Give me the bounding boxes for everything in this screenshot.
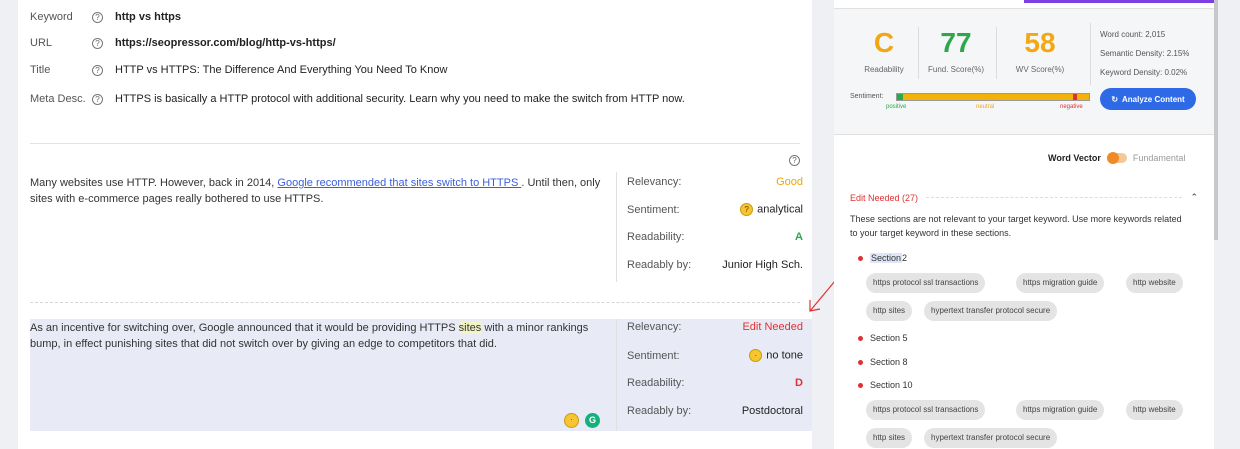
keyword-density: Keyword Density: 0.02% [1100, 68, 1188, 77]
keyword-label: Keyword [30, 11, 73, 23]
word-vector-label: Word Vector [1048, 153, 1101, 163]
highlighted-keyword: sites [458, 322, 482, 334]
edit-needed-header[interactable]: Edit Needed (27) ⌃ [850, 192, 1198, 203]
content-section[interactable]: Many websites use HTTP. However, back in… [30, 172, 812, 290]
keyword-chip[interactable]: http website [1126, 400, 1183, 420]
keyword-chip[interactable]: http sites [866, 301, 913, 321]
fund-score-value: 77 [940, 27, 972, 58]
readability-value: D [795, 377, 803, 389]
keyword-chip[interactable]: hypertext transfer protocol secure [924, 301, 1058, 321]
fund-score: 77 Fund. Score(%) [922, 27, 990, 74]
section-divider [30, 302, 800, 303]
word-count: Word count: 2,015 [1100, 30, 1166, 39]
relevancy-value: Good [776, 176, 803, 188]
section-metrics: Relevancy: Edit Needed Sentiment: · no tone… [616, 319, 812, 431]
readability-score: C Readability [856, 27, 912, 74]
help-icon[interactable]: ? [92, 64, 103, 76]
readability-grade: C [873, 27, 895, 58]
word-vector-toggle-row: Word Vector Fundamental [1048, 152, 1186, 164]
help-icon[interactable]: ? [92, 11, 103, 23]
help-icon[interactable]: ? [92, 37, 103, 49]
keyword-chip[interactable]: http website [1126, 273, 1183, 293]
help-icon[interactable]: ? [92, 93, 103, 105]
section-metrics: Relevancy: Good Sentiment:? analytical Rea… [616, 172, 812, 282]
sentiment-value: ? analytical [740, 203, 803, 216]
url-value: https://seopressor.com/blog/http-vs-http… [115, 37, 336, 49]
neutral-face-icon: · [749, 349, 763, 362]
chevron-up-icon[interactable]: ⌃ [1190, 192, 1198, 203]
word-vector-toggle[interactable] [1106, 152, 1127, 164]
sentiment-value: · no tone [749, 349, 803, 362]
keyword-chip[interactable]: hypertext transfer protocol secure [924, 428, 1058, 448]
fundamental-label: Fundamental [1132, 153, 1186, 163]
meta-desc-row: Meta Desc. ? HTTPS is basically a HTTP p… [30, 93, 685, 105]
negative-label: negative [1060, 104, 1083, 110]
score-card: C Readability 77 Fund. Score(%) 58 WV Sc… [834, 8, 1214, 135]
meta-desc-value: HTTPS is basically a HTTP protocol with … [115, 93, 685, 105]
divider [30, 143, 800, 144]
title-row: Title ? HTTP vs HTTPS: The Difference An… [30, 64, 447, 76]
thinking-emoji-icon: ? [740, 203, 754, 216]
seo-sidebar: C Readability 77 Fund. Score(%) 58 WV Sc… [834, 0, 1214, 449]
section-item[interactable]: Section 10 [858, 380, 913, 390]
meta-desc-label: Meta Desc. [30, 93, 86, 105]
wv-score-value: 58 [1024, 27, 1056, 58]
readability-value: A [795, 231, 803, 243]
edit-needed-description: These sections are not relevant to your … [850, 214, 1182, 238]
content-section-selected[interactable]: As an incentive for switching over, Goog… [30, 319, 812, 431]
keyword-chip[interactable]: https protocol ssl transactions [866, 400, 986, 420]
section-item[interactable]: Section 2 [858, 253, 907, 263]
semantic-density: Semantic Density: 2.15% [1100, 49, 1190, 58]
analyze-content-button[interactable]: ↻ Analyze Content [1100, 88, 1196, 110]
url-row: URL ? https://seopressor.com/blog/http-v… [30, 37, 336, 49]
relevancy-value: Edit Needed [742, 321, 803, 333]
readably-value: Postdoctoral [741, 405, 803, 417]
sidebar-scrollbar[interactable] [1214, 0, 1218, 240]
section-tools: · G [564, 413, 600, 428]
google-recommendation-link[interactable]: Google recommended that sites switch to … [277, 177, 521, 189]
help-icon[interactable]: ? [789, 155, 800, 166]
keyword-row: Keyword ? http vs https [30, 11, 181, 23]
active-tab-indicator [1024, 0, 1214, 3]
section-item[interactable]: Section 5 [858, 333, 908, 343]
section-item[interactable]: Section 8 [858, 357, 908, 367]
title-label: Title [30, 64, 51, 76]
refresh-icon: ↻ [1111, 94, 1119, 104]
title-value: HTTP vs HTTPS: The Difference And Everyt… [115, 64, 448, 76]
section-text: As an incentive for switching over, Goog… [30, 322, 589, 350]
keyword-chip[interactable]: https protocol ssl transactions [866, 273, 986, 293]
readably-value: Junior High Sch. [722, 259, 803, 271]
positive-label: positive [886, 104, 907, 110]
keyword-chip[interactable]: https migration guide [1016, 273, 1105, 293]
sentiment-bar [896, 93, 1090, 101]
content-panel: Keyword ? http vs https URL ? https://se… [18, 0, 812, 449]
section-text: Many websites use HTTP. However, back in… [30, 177, 601, 205]
keyword-chip[interactable]: https migration guide [1016, 400, 1105, 420]
emoji-picker-icon[interactable]: · [564, 413, 579, 428]
keyword-value: http vs https [115, 11, 181, 23]
content-stats: Word count: 2,015 Semantic Density: 2.15… [1100, 30, 1189, 87]
grammarly-icon[interactable]: G [585, 413, 600, 428]
neutral-label: neutral [976, 104, 995, 110]
wv-score: 58 WV Score(%) [1000, 27, 1080, 74]
sentiment-label: Sentiment: [850, 93, 884, 100]
url-label: URL [30, 37, 53, 49]
keyword-chip[interactable]: http sites [866, 428, 913, 448]
